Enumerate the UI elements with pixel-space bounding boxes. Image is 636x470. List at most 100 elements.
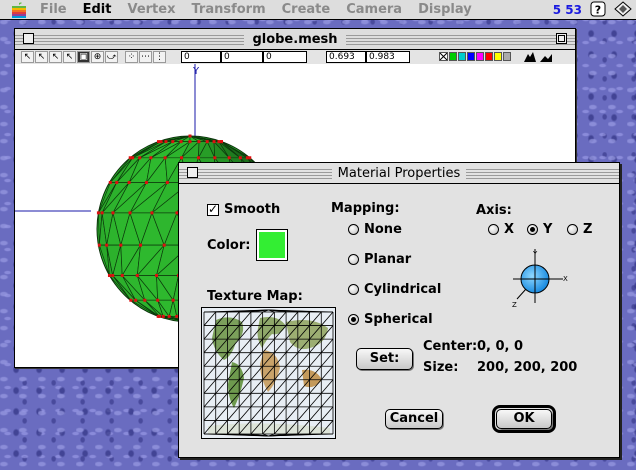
color-swatch-6[interactable] [494,52,502,61]
cancel-button[interactable]: Cancel [385,409,443,429]
mesh-vertex[interactable] [171,298,175,302]
application-menu-icon[interactable] [614,0,632,20]
mesh-vertex[interactable] [135,274,139,277]
mesh-vertex[interactable] [105,243,109,247]
crosshair-tool-icon[interactable]: ⊕ [91,51,104,63]
mesh-vertex[interactable] [248,156,252,160]
color-swatch-7[interactable] [503,52,511,61]
select-arrow-icon[interactable]: ↖ [21,51,34,63]
face-mode-icon[interactable]: ⋮ [153,51,166,63]
menu-create[interactable]: Create [274,0,339,20]
mesh-vertex[interactable] [129,298,133,302]
mesh-vertex[interactable] [100,211,104,215]
axis-y-radio[interactable] [527,224,538,235]
mesh-vertex[interactable] [143,298,147,302]
coord-x-field[interactable]: 0 [181,51,221,63]
mesh-vertex[interactable] [96,211,100,215]
mesh-vertex[interactable] [164,140,168,144]
menu-edit[interactable]: Edit [75,0,120,20]
mesh-vertex[interactable] [156,298,160,302]
mapping-cylindrical-option[interactable]: Cylindrical [348,282,441,297]
color-swatch-5[interactable] [485,52,493,61]
mesh-vertex[interactable] [159,140,163,144]
terrain-icon[interactable] [539,51,552,63]
mesh-vertex[interactable] [119,243,123,247]
mesh-vertex[interactable] [138,243,142,247]
mesh-vertex[interactable] [115,181,119,184]
close-box-icon[interactable] [187,167,198,178]
mesh-vertex[interactable] [165,181,169,184]
zoom-box-icon[interactable] [556,33,567,44]
mesh-vertex[interactable] [227,156,231,160]
color-swatch-1[interactable] [449,52,457,61]
mesh-vertex[interactable] [111,211,115,215]
mesh-vertex[interactable] [162,243,166,247]
marquee-tool-icon[interactable]: ▣ [77,51,90,63]
mesh-vertex[interactable] [150,211,154,215]
mapping-planar-radio[interactable] [348,254,359,265]
set-button[interactable]: Set: [356,348,413,370]
mesh-vertex[interactable] [213,156,217,160]
color-swatch-3[interactable] [467,52,475,61]
select-face-icon[interactable]: ↖ [63,51,76,63]
mesh-vertex[interactable] [111,274,115,277]
mesh-vertex[interactable] [157,314,161,318]
mesh-vertex[interactable] [188,134,192,138]
close-box-icon[interactable] [23,33,34,44]
mesh-vertex[interactable] [144,181,148,184]
clock[interactable]: 5 53 [553,3,582,17]
mesh-vertex[interactable] [131,156,135,160]
mesh-vertex[interactable] [238,156,242,160]
mesh-vertex[interactable] [163,156,167,160]
mesh-vertex[interactable] [107,274,111,277]
mesh-vertex[interactable] [167,314,171,318]
mesh-vertex[interactable] [219,140,223,144]
smooth-option[interactable]: Smooth [207,202,280,217]
mesh-vertex[interactable] [149,156,153,160]
select-vertex-icon[interactable]: ↖ [35,51,48,63]
texture-map-preview[interactable] [201,307,336,439]
mesh-vertex[interactable] [188,140,192,144]
mesh-vertex[interactable] [155,274,159,277]
axis-x-radio[interactable] [488,224,499,235]
scale-a-field[interactable]: 0.693 [326,51,366,63]
mapping-spherical-option[interactable]: Spherical [348,312,433,327]
mesh-vertex[interactable] [97,243,101,247]
mapping-none-option[interactable]: None [348,222,402,237]
scale-b-field[interactable]: 0.983 [366,51,410,63]
vertex-mode-icon[interactable]: ⁘ [125,51,138,63]
axis-z-option[interactable]: Z [567,222,592,237]
select-edge-icon[interactable]: ↖ [49,51,62,63]
smooth-checkbox[interactable] [207,202,219,216]
mesh-window-titlebar[interactable]: globe.mesh [15,29,575,50]
coord-z-field[interactable]: 0 [263,51,307,63]
coord-y-field[interactable]: 0 [221,51,263,63]
apple-menu-icon[interactable] [6,0,32,20]
axis-z-radio[interactable] [567,224,578,235]
mapping-cylindrical-radio[interactable] [348,284,359,295]
color-swatch-2[interactable] [458,52,466,61]
mesh-vertex[interactable] [161,314,165,318]
menu-file[interactable]: File [32,0,75,20]
mountain-icon[interactable] [523,51,536,63]
mesh-vertex[interactable] [120,274,124,277]
mesh-vertex[interactable] [212,140,216,144]
mesh-vertex[interactable] [127,181,131,184]
menu-camera[interactable]: Camera [338,0,410,20]
menu-vertex[interactable]: Vertex [119,0,183,20]
mesh-vertex[interactable] [138,156,142,160]
menu-transform[interactable]: Transform [183,0,273,20]
help-icon[interactable]: ? [590,1,606,20]
dialog-titlebar[interactable]: Material Properties [179,163,619,184]
edge-mode-icon[interactable]: ⋯ [139,51,152,63]
mesh-vertex[interactable] [179,156,183,160]
mesh-vertex[interactable] [171,140,175,144]
axis-x-option[interactable]: X [488,222,514,237]
mapping-none-radio[interactable] [348,224,359,235]
axis-y-option[interactable]: Y [527,222,552,237]
mesh-vertex[interactable] [108,181,112,184]
ok-button[interactable]: OK [496,409,552,429]
axis-orientation-widget[interactable]: Y X Z [507,247,571,311]
menu-display[interactable]: Display [410,0,480,20]
mesh-vertex[interactable] [157,140,161,144]
